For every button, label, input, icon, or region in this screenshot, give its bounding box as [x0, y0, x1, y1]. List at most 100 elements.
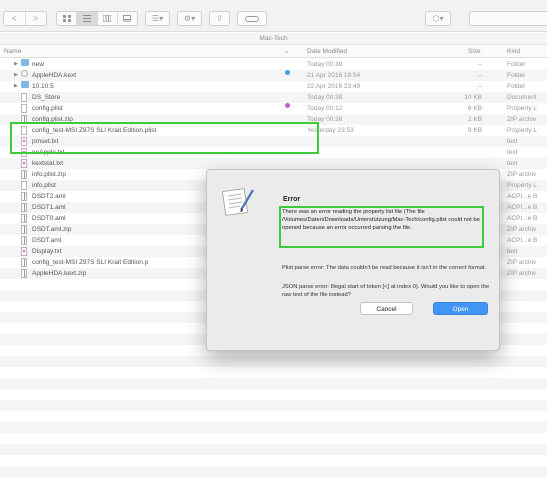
file-name: kextstat.txt	[32, 160, 64, 167]
empty-row	[0, 378, 547, 389]
name-column-header[interactable]: Name	[4, 46, 21, 58]
column-view-button[interactable]	[98, 12, 118, 25]
column-header: Name ⌄ Date Modified Size Kind	[0, 46, 547, 58]
view-mode-buttons	[56, 11, 138, 26]
file-row[interactable]: DS_Store Today 00:38 10 KB Document	[0, 92, 547, 103]
zip-icon	[21, 258, 27, 267]
text-icon	[21, 137, 27, 146]
gallery-view-button[interactable]	[118, 12, 137, 25]
file-kind: Document	[507, 94, 537, 101]
dropbox-icon: ⬡▾	[432, 13, 444, 23]
share-icon: ⇪	[216, 13, 223, 23]
text-icon	[21, 148, 27, 157]
disclosure-triangle-icon[interactable]: ▶	[14, 70, 18, 81]
share-button[interactable]: ⇪	[209, 11, 230, 26]
dialog-message: There was an error reading the property …	[282, 209, 480, 232]
forward-button[interactable]: >	[26, 12, 47, 25]
file-name: DS_Store	[32, 94, 61, 101]
cancel-button[interactable]: Cancel	[360, 302, 413, 315]
gear-icon: ⚙▾	[183, 13, 196, 23]
empty-row	[0, 356, 547, 367]
file-row[interactable]: ▶ 10.10.5 22 Apr 2016 23:49 -- Folder	[0, 81, 547, 92]
zip-icon	[21, 170, 27, 179]
empty-row	[0, 466, 547, 477]
dialog-title: Error	[283, 196, 301, 203]
file-date: Today 00:38	[307, 94, 343, 101]
file-name: config.plist.zip	[32, 116, 73, 123]
file-kind: Folder	[507, 83, 526, 90]
file-row[interactable]: kextstat.txt text	[0, 158, 547, 169]
file-name: pmset.txt	[32, 138, 59, 145]
empty-row	[0, 422, 547, 433]
file-date: 21 Apr 2016 19:54	[307, 72, 361, 79]
grid-icon	[62, 15, 71, 22]
disclosure-triangle-icon[interactable]: ▶	[14, 59, 18, 70]
file-row[interactable]: noApple.txt text	[0, 147, 547, 158]
file-row[interactable]: ▶ AppleHDA.kext 21 Apr 2016 19:54 -- Folder	[0, 70, 547, 81]
file-kind: text	[507, 160, 518, 167]
file-kind: text	[507, 138, 518, 145]
arrange-button[interactable]: ☰▾	[145, 11, 170, 26]
empty-row	[0, 367, 547, 378]
file-kind: ZIP archiv	[507, 116, 537, 123]
document-icon	[21, 126, 27, 135]
dropbox-button[interactable]: ⬡▾	[425, 11, 451, 26]
open-button[interactable]: Open	[433, 302, 488, 315]
tags-button[interactable]	[237, 11, 267, 26]
error-dialog: Error There was an error reading the pro…	[206, 169, 500, 351]
nav-buttons: < >	[3, 11, 47, 26]
text-icon	[21, 247, 27, 256]
file-size: 9 KB	[467, 127, 482, 134]
file-size: --	[477, 61, 482, 68]
file-kind: Folder	[507, 72, 526, 79]
file-size: --	[477, 72, 482, 79]
aml-icon	[21, 236, 27, 245]
file-size: --	[477, 83, 482, 90]
date-column-header[interactable]: Date Modified	[307, 46, 347, 58]
file-row[interactable]: pmset.txt text	[0, 136, 547, 147]
coverflow-icon	[123, 15, 132, 22]
disclosure-triangle-icon[interactable]: ▶	[14, 81, 18, 92]
file-kind: ZIP archiv	[507, 259, 537, 266]
back-button[interactable]: <	[4, 12, 26, 25]
file-kind: text	[507, 248, 518, 255]
file-kind: ZIP archiv	[507, 270, 537, 277]
size-column-header[interactable]: Size	[468, 46, 481, 58]
file-row[interactable]: config_test-MSI Z97S SLI Krait Edition.p…	[0, 125, 547, 136]
file-name: noApple.txt	[32, 149, 65, 156]
file-name: config_test-MSI Z97S SLI Krait Edition.p…	[32, 127, 157, 134]
document-icon	[21, 104, 27, 113]
arrange-icon: ☰▾	[151, 13, 164, 23]
zip-icon	[21, 115, 27, 124]
file-kind: Property L	[507, 182, 537, 189]
empty-row	[0, 389, 547, 400]
file-size: 2 KB	[467, 116, 482, 123]
folder-icon	[21, 59, 29, 66]
tag-dot-icon	[285, 103, 290, 108]
file-name: new	[32, 61, 44, 68]
aml-icon	[21, 214, 27, 223]
finder-toolbar: < > ☰▾ ⚙▾ ⇪ ⬡▾	[0, 0, 547, 32]
file-size: 10 KB	[464, 94, 482, 101]
action-button[interactable]: ⚙▾	[177, 11, 202, 26]
plist-error-text: Plist parse error: The data couldn't be …	[282, 265, 487, 271]
file-kind: ACPI...e B	[507, 193, 538, 200]
file-kind: Property L	[507, 127, 537, 134]
search-field[interactable]	[469, 11, 547, 26]
file-date: 22 Apr 2016 23:49	[307, 83, 361, 90]
kind-column-header[interactable]: Kind	[507, 46, 520, 58]
empty-row	[0, 455, 547, 466]
file-kind: ACPI...e B	[507, 237, 538, 244]
file-row[interactable]: config.plist Today 00:12 6 KB Property L	[0, 103, 547, 114]
file-row[interactable]: ▶ new Today 00:38 -- Folder	[0, 59, 547, 70]
icon-view-button[interactable]	[57, 12, 78, 25]
file-kind: text	[507, 149, 518, 156]
empty-row	[0, 411, 547, 422]
empty-row	[0, 400, 547, 411]
document-icon	[21, 93, 27, 102]
empty-row	[0, 433, 547, 444]
text-icon	[21, 159, 27, 168]
file-row[interactable]: config.plist.zip Today 00:38 2 KB ZIP archi…	[0, 114, 547, 125]
list-view-button[interactable]	[77, 12, 98, 25]
file-size: 6 KB	[467, 105, 482, 112]
